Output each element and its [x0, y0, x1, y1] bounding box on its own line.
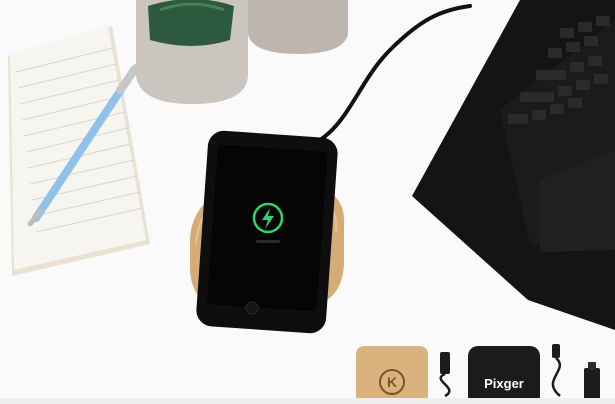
home-button [245, 301, 259, 315]
smartphone [196, 130, 338, 334]
thumbnail-black-charger [468, 346, 540, 404]
pixger-logo: Pixger [484, 376, 524, 391]
photo-scene: K Pixger [0, 0, 615, 404]
plant-pot-left [136, 0, 248, 104]
plant-pot-right [248, 0, 348, 54]
k-logo-letter: K [387, 374, 397, 390]
bottom-edge-bar [0, 398, 615, 404]
product-photo: K Pixger [0, 0, 615, 404]
